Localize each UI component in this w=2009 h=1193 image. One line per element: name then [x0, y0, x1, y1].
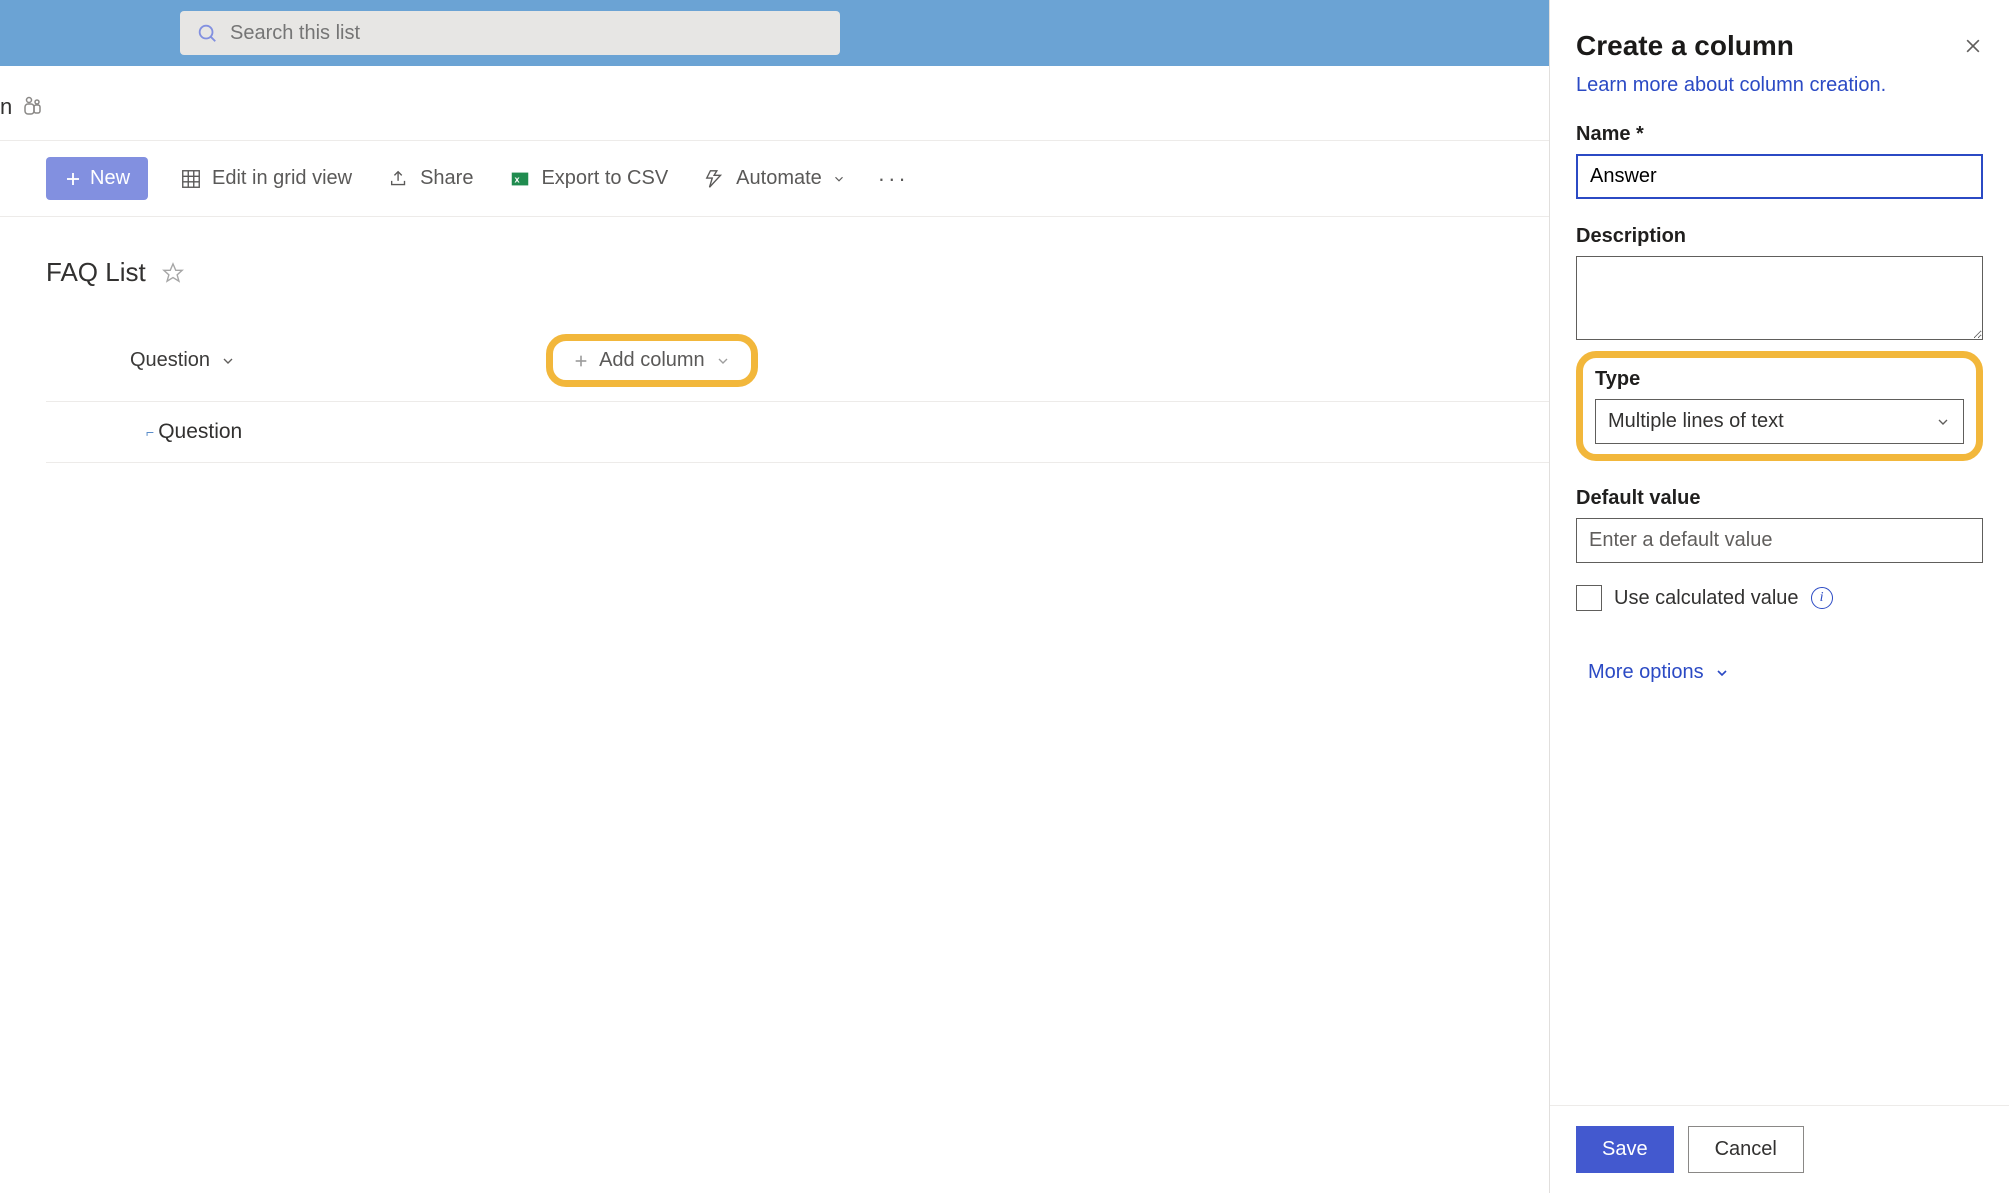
plus-icon	[573, 353, 589, 369]
panel-title: Create a column	[1576, 30, 1794, 62]
search-icon	[196, 22, 218, 44]
create-column-panel: Create a column Learn more about column …	[1549, 0, 2009, 1193]
more-actions[interactable]: ···	[878, 166, 909, 192]
cancel-button[interactable]: Cancel	[1688, 1126, 1804, 1173]
export-label: Export to CSV	[541, 167, 668, 190]
search-box[interactable]	[180, 11, 840, 55]
share-label: Share	[420, 167, 473, 190]
new-button[interactable]: New	[46, 157, 148, 200]
chevron-down-icon	[1714, 665, 1730, 681]
edit-grid-button[interactable]: Edit in grid view	[176, 161, 356, 196]
teams-icon	[20, 95, 44, 119]
plus-icon	[64, 170, 82, 188]
column-question-label: Question	[130, 349, 210, 372]
automate-label: Automate	[736, 167, 822, 190]
more-options-toggle[interactable]: More options	[1576, 661, 1983, 684]
share-button[interactable]: Share	[384, 161, 477, 196]
add-column-button[interactable]: Add column	[546, 334, 758, 387]
save-button[interactable]: Save	[1576, 1126, 1674, 1173]
star-icon[interactable]	[162, 262, 184, 284]
type-label: Type	[1595, 368, 1964, 391]
panel-footer: Save Cancel	[1550, 1105, 2009, 1193]
item-marker-icon: ⌐	[146, 424, 154, 440]
type-dropdown[interactable]: Multiple lines of text	[1595, 399, 1964, 444]
add-column-label: Add column	[599, 349, 705, 372]
description-textarea[interactable]	[1576, 256, 1983, 340]
type-section: Type Multiple lines of text	[1576, 351, 1983, 461]
chevron-down-icon	[1935, 414, 1951, 430]
share-icon	[388, 168, 410, 190]
new-label: New	[90, 167, 130, 190]
type-value: Multiple lines of text	[1608, 410, 1784, 433]
chevron-down-icon	[832, 172, 846, 186]
teams-label-text: n	[0, 94, 12, 120]
name-label: Name *	[1576, 123, 1983, 146]
search-input[interactable]	[230, 22, 824, 45]
default-value-label: Default value	[1576, 487, 1983, 510]
edit-grid-label: Edit in grid view	[212, 167, 352, 190]
item-text: Question	[158, 420, 242, 444]
automate-button[interactable]: Automate	[700, 161, 850, 196]
export-button[interactable]: x Export to CSV	[505, 161, 672, 196]
panel-title-row: Create a column	[1576, 30, 1983, 62]
calculated-checkbox[interactable]	[1576, 585, 1602, 611]
chevron-down-icon	[220, 353, 236, 369]
calculated-row: Use calculated value i	[1576, 585, 1983, 611]
list-title: FAQ List	[46, 257, 146, 288]
info-icon[interactable]: i	[1811, 587, 1833, 609]
column-question-header[interactable]: Question	[130, 349, 236, 372]
grid-icon	[180, 168, 202, 190]
default-value-input[interactable]	[1576, 518, 1983, 563]
description-label: Description	[1576, 225, 1983, 248]
learn-more-link[interactable]: Learn more about column creation.	[1576, 74, 1886, 97]
close-icon[interactable]	[1963, 36, 1983, 56]
chevron-down-icon	[715, 353, 731, 369]
excel-icon: x	[509, 168, 531, 190]
automate-icon	[704, 168, 726, 190]
name-input[interactable]	[1576, 154, 1983, 199]
calculated-label: Use calculated value	[1614, 587, 1799, 610]
panel-body: Create a column Learn more about column …	[1550, 0, 2009, 1105]
more-options-label: More options	[1588, 661, 1704, 684]
